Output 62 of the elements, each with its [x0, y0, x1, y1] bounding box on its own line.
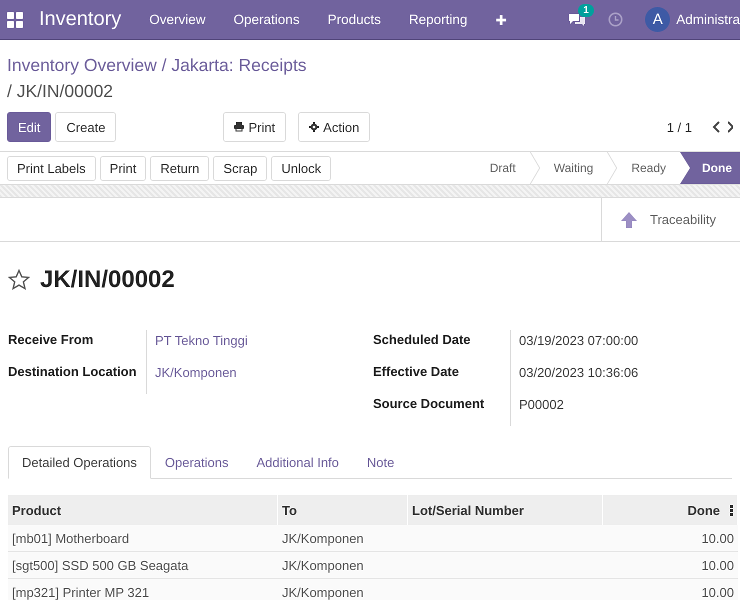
field-link[interactable]: PT Tekno Tinggi [155, 330, 373, 362]
chat-icon[interactable] [568, 12, 586, 27]
column-header[interactable]: Done [688, 502, 720, 518]
previous-icon[interactable] [712, 121, 720, 133]
table-cell: 10.00 [603, 525, 738, 552]
table-cell: [mb01] Motherboard [8, 525, 278, 552]
header-button[interactable]: Scrap [213, 156, 268, 180]
create-button[interactable]: Create [55, 112, 116, 142]
header-button[interactable]: Print [100, 156, 146, 180]
field-label: Destination Location [8, 362, 147, 394]
column-header[interactable]: Product [8, 495, 278, 525]
nav-menu-item[interactable]: Operations [220, 12, 314, 27]
up-arrow-icon [620, 210, 638, 228]
tab[interactable]: Note [352, 446, 408, 479]
tab[interactable]: Operations [150, 446, 242, 479]
status-stage[interactable]: Waiting [540, 152, 608, 184]
breadcrumb-link[interactable]: Inventory Overview / Jakarta: Receipts [7, 55, 307, 75]
field-label: Scheduled Date [373, 330, 511, 362]
column-header[interactable]: To [278, 495, 408, 525]
apps-menu-icon[interactable] [7, 12, 23, 28]
field-label: Effective Date [373, 362, 511, 394]
field-link[interactable]: JK/Komponen [155, 362, 373, 394]
table-cell: [mp321] Printer MP 321 [8, 579, 278, 600]
printer-icon [234, 122, 244, 132]
field-label: Source Document [373, 394, 511, 426]
field-value: 03/19/2023 07:00:00 [519, 332, 638, 350]
header-button[interactable]: Unlock [271, 156, 332, 180]
table-cell: 10.00 [603, 552, 738, 579]
user-avatar[interactable]: A [645, 7, 670, 32]
status-stage[interactable]: Ready [617, 152, 680, 184]
field-value: 03/20/2023 10:36:06 [519, 364, 638, 382]
pager-counter: 1 / 1 [666, 120, 692, 134]
column-header[interactable]: Lot/Serial Number [408, 495, 603, 525]
print-dropdown[interactable]: Print [223, 112, 286, 142]
star-icon[interactable] [8, 269, 30, 291]
status-stage[interactable]: Draft [476, 152, 530, 184]
header-button[interactable]: Return [150, 156, 210, 180]
edit-button[interactable]: Edit [7, 112, 52, 142]
message-count-badge: 1 [578, 4, 594, 17]
field-label: Receive From [8, 330, 147, 362]
gear-icon [309, 122, 320, 132]
table-cell: JK/Komponen [278, 552, 408, 579]
action-dropdown[interactable]: Action [298, 112, 370, 142]
status-stage[interactable]: Done [680, 152, 740, 184]
table-cell: JK/Komponen [278, 579, 408, 600]
nav-menu-item[interactable]: Overview [135, 12, 220, 27]
record-title: JK/IN/00002 [40, 266, 175, 294]
tab[interactable]: Additional Info [242, 446, 353, 479]
breadcrumb-current: / JK/IN/00002 [7, 80, 114, 103]
next-icon[interactable] [728, 121, 733, 133]
column-options-icon[interactable] [730, 504, 733, 516]
header-button[interactable]: Print Labels [7, 156, 96, 180]
table-cell: JK/Komponen [278, 525, 408, 552]
tab[interactable]: Detailed Operations [8, 446, 151, 479]
field-value: P00002 [519, 396, 565, 414]
table-cell: [sgt500] SSD 500 GB Seagata [8, 552, 278, 579]
app-title[interactable]: Inventory [39, 8, 122, 31]
nav-menu-item[interactable]: Products [314, 12, 395, 27]
nav-menu-item[interactable]: Reporting [394, 12, 482, 27]
table-cell: 10.00 [603, 579, 738, 600]
user-name[interactable]: Administra [676, 12, 740, 27]
nav-menu-item[interactable]: ✚ [481, 12, 522, 28]
